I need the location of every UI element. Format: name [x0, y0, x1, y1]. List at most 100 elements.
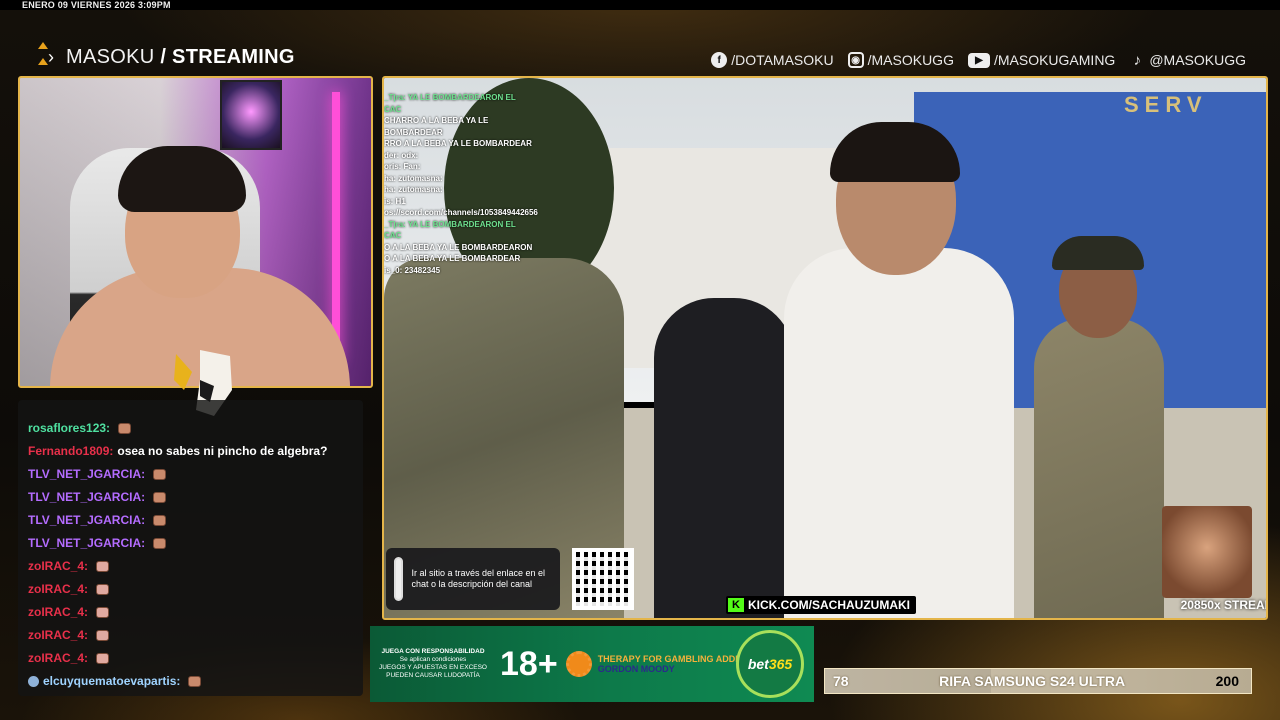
qr-prompt-text: Ir al sitio a través del enlace en el ch… — [411, 568, 546, 589]
brand-logo-icon: › — [36, 42, 58, 72]
emote-icon — [96, 561, 110, 572]
overlay-chat-line: der: odx: — [384, 150, 419, 160]
overlay-chat-line: O A LA BEBA YA LE BOMBARDEARON — [384, 242, 533, 252]
webcam-feed — [18, 76, 373, 388]
social-tiktok: ♪ @MASOKUGG — [1129, 51, 1246, 69]
emote-icon — [153, 538, 167, 549]
kick-icon: K — [728, 598, 744, 612]
chat-message: zoIRAC_4: — [28, 624, 353, 647]
ad-heading: JUEGA CON RESPONSABILIDAD — [381, 648, 485, 655]
chat-username[interactable]: TLV_NET_JGARCIA: — [28, 486, 145, 509]
soldier-right-cap — [1052, 236, 1144, 270]
person-boy — [784, 248, 1014, 618]
meme-image — [1162, 506, 1252, 598]
chat-message: Fernando1809: osea no sabes ni pincho de … — [28, 440, 353, 463]
bet365-logo: bet 365 — [736, 630, 804, 698]
ad-disclaimer: JUEGA CON RESPONSABILIDAD Se aplican con… — [370, 648, 492, 680]
wall-art — [220, 80, 282, 150]
emote-icon — [96, 630, 110, 641]
person-girl — [654, 298, 794, 618]
chat-username[interactable]: zoIRAC_4: — [28, 624, 88, 647]
neon-light — [332, 92, 340, 362]
chat-username[interactable]: zoIRAC_4: — [28, 647, 88, 670]
social-instagram: ◉ /MASOKUGG — [847, 52, 954, 68]
qr-code — [572, 548, 634, 610]
chat-username[interactable]: TLV_NET_JGARCIA: — [28, 509, 145, 532]
raffle-label: RIFA SAMSUNG S24 ULTRA — [939, 673, 1126, 689]
top-bar: ENERO 09 VIERNES 2026 3:09PM — [0, 0, 1280, 10]
overlay-chat-line: os://scord.com/channels/1053849442656 — [384, 208, 538, 217]
chat-message: TLV_NET_JGARCIA: — [28, 509, 353, 532]
overlay-chat-line: _T|ra: YA LE BOMBARDEARON EL CAC — [384, 93, 516, 114]
emote-icon — [96, 653, 110, 664]
emote-icon — [96, 607, 110, 618]
social-label: /MASOKUGG — [867, 52, 954, 68]
datetime: ENERO 09 VIERNES 2026 3:09PM — [22, 0, 171, 10]
chat-message: zoIRAC_4: — [28, 601, 353, 624]
chat-message: zoIRAC_4: — [28, 647, 353, 670]
chat-username[interactable]: zoIRAC_4: — [28, 601, 88, 624]
stream-video: SERV _T|ra: YA LE BOMBARDEARON EL CAC CHA… — [382, 76, 1268, 620]
overlay-chat-line: oris: Fan: — [384, 162, 421, 171]
emote-icon — [153, 469, 167, 480]
user-badge-icon — [28, 676, 39, 687]
chat-message: TLV_NET_JGARCIA: — [28, 532, 353, 555]
social-label: /MASOKUGAMING — [993, 52, 1116, 68]
brand-suffix: / STREAMING — [160, 45, 295, 68]
qr-prompt: Ir al sitio a través del enlace en el ch… — [386, 548, 560, 610]
overlay-chat-line: ha: zutomasna: — [384, 185, 443, 194]
chat-message: zoIRAC_4: — [28, 555, 353, 578]
emote-icon — [118, 423, 132, 434]
chat-text: osea no sabes ni pincho de algebra? — [117, 444, 328, 458]
overlay-chat-line: O A LA BEBA YA LE BOMBARDEAR — [384, 254, 521, 263]
social-facebook: f /DOTAMASOKU — [711, 52, 834, 68]
social-links: f /DOTAMASOKU ◉ /MASOKUGG ▶ /MASOKUGAMIN… — [711, 51, 1246, 69]
emote-icon — [153, 515, 167, 526]
youtube-icon: ▶ — [967, 52, 990, 68]
sun-icon — [565, 651, 592, 677]
chat-username[interactable]: zoIRAC_4: — [28, 555, 88, 578]
streamer-hair — [118, 146, 246, 212]
raffle-current: 78 — [833, 673, 849, 689]
social-label: @MASOKUGG — [1149, 52, 1246, 68]
chat-message: TLV_NET_JGARCIA: — [28, 486, 353, 509]
brand: › MASOKU / STREAMING — [36, 42, 295, 72]
chat-message: elcuyquematoevapartis: — [28, 670, 353, 693]
tiktok-icon: ♪ — [1133, 51, 1142, 69]
overlay-chat-line: ha: zutomasna: — [384, 173, 443, 183]
chat-username[interactable]: TLV_NET_JGARCIA: — [28, 463, 145, 486]
facebook-icon: f — [711, 52, 728, 68]
chat-username[interactable]: zoIRAC_4: — [28, 578, 88, 601]
overlay-chat-line: is_0: 23482345 — [384, 265, 441, 275]
chat-message: TLV_NET_JGARCIA: — [28, 463, 353, 486]
social-youtube: ▶ /MASOKUGAMING — [967, 52, 1116, 68]
social-label: /DOTAMASOKU — [731, 52, 834, 68]
brand-title: MASOKU / STREAMING — [66, 46, 295, 69]
building-sign: SERV — [1124, 92, 1208, 117]
emote-icon — [153, 492, 167, 503]
age-restriction: 18+ — [500, 644, 558, 683]
kick-url: KICK.COM/SACHAUZUMAKI — [748, 598, 910, 612]
chat-username[interactable]: elcuyquematoevapartis: — [43, 670, 180, 693]
raffle-target: 200 — [1215, 673, 1239, 689]
phone-icon — [394, 557, 404, 601]
overlay-chat-line: is: H1 — [384, 196, 406, 206]
stream-overlay-chat: _T|ra: YA LE BOMBARDEARON EL CAC CHARRO A… — [384, 92, 538, 276]
brand-name: MASOKU — [66, 45, 155, 68]
chat-message: rosaflores123: — [28, 417, 353, 440]
emote-icon — [188, 676, 202, 687]
ad-body: JUEGOS Y APUESTAS EN EXCESO PUEDEN CAUSA… — [378, 664, 487, 679]
overlay-chat-line: _T|ra: YA LE BOMBARDEARON EL CAC — [384, 219, 516, 241]
chat-username[interactable]: TLV_NET_JGARCIA: — [28, 532, 145, 555]
chat-username[interactable]: rosaflores123: — [28, 417, 110, 440]
kick-channel-tag: K KICK.COM/SACHAUZUMAKI — [726, 596, 916, 614]
soldier-right — [1034, 318, 1164, 618]
ad-sub: Se aplican condiciones — [399, 656, 467, 663]
chat-username[interactable]: Fernando1809: — [28, 440, 113, 463]
emote-icon — [96, 584, 110, 595]
overlay-chat-line: RRO A LA BEBA YA LE BOMBARDEAR — [384, 139, 532, 148]
raffle-progress-bar: 78 RIFA SAMSUNG S24 ULTRA 200 — [824, 668, 1252, 694]
bet-number: 365 — [768, 656, 793, 672]
instagram-icon: ◉ — [847, 52, 864, 68]
bet-text: bet — [747, 656, 769, 672]
